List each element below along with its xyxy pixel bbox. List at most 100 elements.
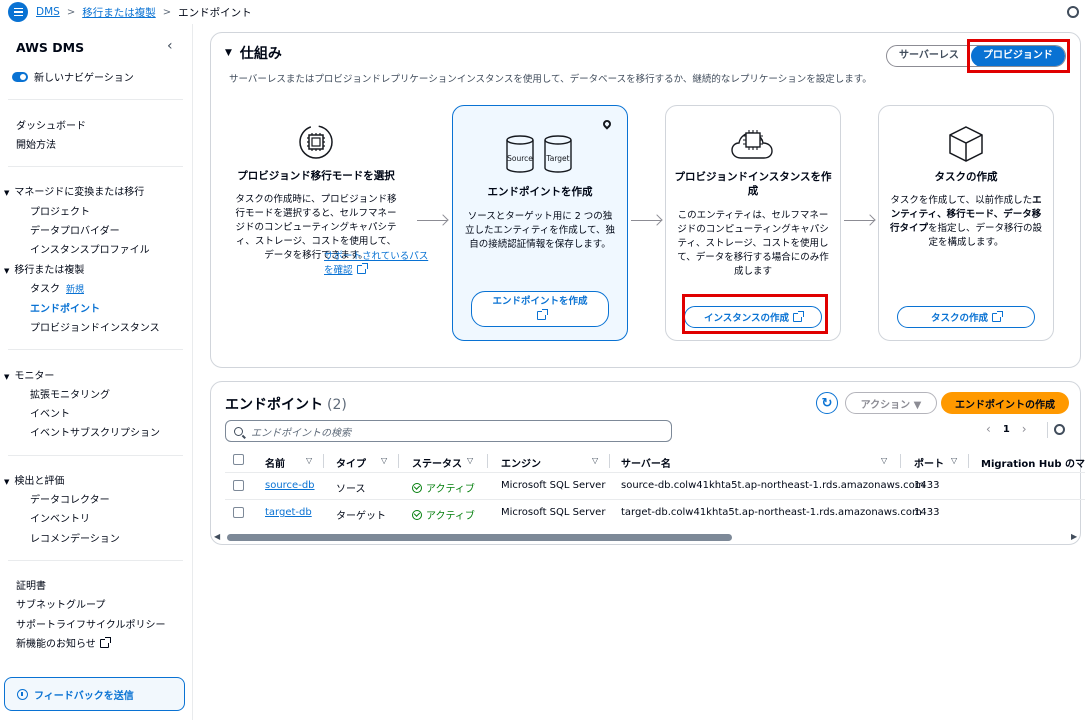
table-settings-icon[interactable] — [1054, 424, 1065, 435]
horizontal-scrollbar[interactable] — [227, 534, 732, 541]
breadcrumb-migrate[interactable]: 移行または複製 — [82, 5, 156, 20]
breadcrumb: DMS > 移行または複製 > エンドポイント — [36, 5, 252, 20]
info-icon — [17, 688, 28, 700]
external-link-icon — [992, 310, 1003, 322]
supported-paths-link[interactable]: サポートされているパスを確認 — [324, 250, 432, 278]
sort-icon[interactable]: ▽ — [951, 456, 957, 465]
new-nav-toggle[interactable] — [12, 71, 28, 82]
breadcrumb-current: エンドポイント — [178, 6, 252, 19]
col-engine[interactable]: エンジン — [501, 455, 541, 470]
sidebar-item-inventory[interactable]: インベントリ — [30, 510, 90, 525]
col-server[interactable]: サーバー名 — [621, 455, 671, 470]
endpoint-search-input[interactable]: エンドポイントの検索 — [225, 420, 672, 442]
cell-type: ターゲット — [336, 511, 386, 522]
divider — [1047, 422, 1048, 438]
scroll-left-icon[interactable]: ◀ — [214, 532, 220, 541]
mode-serverless[interactable]: サーバーレス — [887, 46, 971, 66]
caret-down-icon: ▼ — [4, 189, 10, 197]
sidebar-item-subnet-groups[interactable]: サブネットグループ — [16, 596, 105, 611]
row-divider — [225, 499, 1085, 500]
col-type[interactable]: タイプ — [336, 455, 366, 470]
sidebar-item-enhanced-monitoring[interactable]: 拡張モニタリング — [30, 386, 110, 401]
sidebar-item-tasks[interactable]: タスク 新規 — [30, 280, 84, 295]
endpoint-link-source-db[interactable]: source-db — [265, 480, 315, 491]
card-title: タスクの作成 — [934, 171, 998, 183]
status-badge: アクティブ — [412, 507, 475, 522]
sidebar-item-events[interactable]: イベント — [30, 405, 70, 420]
next-page-icon[interactable]: › — [1022, 422, 1027, 436]
sidebar-item-certificates[interactable]: 証明書 — [16, 577, 46, 592]
how-it-works-header[interactable]: ▼ 仕組み — [225, 43, 282, 63]
settings-icon[interactable] — [1067, 6, 1079, 18]
sidebar-item-instance-profiles[interactable]: インスタンスプロファイル — [30, 241, 150, 256]
sidebar-item-data-collectors[interactable]: データコレクター — [30, 491, 110, 506]
scroll-right-icon[interactable]: ▶ — [1071, 532, 1077, 541]
sidebar-item-whats-new[interactable]: 新機能のお知らせ — [16, 635, 111, 650]
check-circle-icon — [412, 509, 422, 520]
db-target-label: Target — [545, 154, 569, 163]
menu-icon[interactable] — [8, 2, 28, 22]
sidebar-item-provisioned-instances[interactable]: プロビジョンドインスタンス — [30, 319, 160, 334]
new-badge: 新規 — [66, 285, 85, 295]
sidebar-item-support-lifecycle[interactable]: サポートライフサイクルポリシー — [16, 616, 166, 631]
sidebar-section-monitor[interactable]: ▼ モニター — [4, 367, 54, 382]
sidebar-item-getting-started[interactable]: 開始方法 — [16, 136, 56, 151]
sidebar-section-migrate[interactable]: ▼ 移行または複製 — [4, 261, 84, 276]
col-name[interactable]: 名前 — [265, 455, 285, 470]
col-migration-hub[interactable]: Migration Hub のマッピ — [981, 455, 1085, 470]
row-checkbox[interactable] — [233, 480, 244, 491]
cell-type: ソース — [336, 484, 366, 495]
sort-icon[interactable]: ▽ — [467, 456, 473, 465]
current-page[interactable]: 1 — [1003, 424, 1010, 435]
status-badge: アクティブ — [412, 480, 475, 495]
col-divider — [487, 454, 488, 468]
row-checkbox[interactable] — [233, 507, 244, 518]
arrow-right-icon — [631, 220, 661, 221]
sidebar-item-dashboard[interactable]: ダッシュボード — [16, 117, 86, 132]
collapse-sidebar-icon[interactable]: ‹ — [167, 38, 173, 54]
card-text: ソースとターゲット用に 2 つの独立したエンティティを作成して、独自の接続認証情… — [464, 211, 616, 250]
col-divider — [968, 454, 969, 468]
create-endpoint-button[interactable]: エンドポイントの作成 — [941, 392, 1069, 414]
check-circle-icon — [412, 482, 422, 493]
endpoint-link-target-db[interactable]: target-db — [265, 507, 312, 518]
search-icon — [234, 426, 243, 436]
actions-dropdown[interactable]: アクション ▼ — [845, 392, 937, 414]
sidebar-item-data-providers[interactable]: データプロバイダー — [30, 222, 120, 237]
sidebar-section-managed[interactable]: ▼ マネージドに変換または移行 — [4, 183, 144, 198]
col-port[interactable]: ポート — [914, 455, 944, 470]
sidebar-item-endpoints[interactable]: エンドポイント — [30, 300, 100, 315]
highlight-box-create-instance — [682, 294, 828, 334]
sidebar-section-discover[interactable]: ▼ 検出と評価 — [4, 472, 64, 487]
refresh-icon[interactable]: ↻ — [816, 392, 838, 414]
cell-engine: Microsoft SQL Server — [501, 507, 606, 518]
endpoints-title: エンドポイント (2) — [225, 397, 347, 413]
col-divider — [323, 454, 324, 468]
col-status[interactable]: ステータス — [412, 455, 462, 470]
create-endpoint-card-button[interactable]: エンドポイントを作成 — [471, 291, 609, 327]
sort-icon[interactable]: ▽ — [592, 456, 598, 465]
sidebar-title: AWS DMS — [16, 40, 85, 55]
sort-icon[interactable]: ▽ — [881, 456, 887, 465]
sort-icon[interactable]: ▽ — [381, 456, 387, 465]
create-task-card-button[interactable]: タスクの作成 — [897, 306, 1035, 328]
cloud-chip-icon — [731, 130, 773, 159]
caret-down-icon: ▼ — [4, 267, 10, 275]
col-divider — [609, 454, 610, 468]
col-divider — [900, 454, 901, 468]
chevron-right-icon: > — [66, 6, 76, 18]
prev-page-icon[interactable]: ‹ — [986, 422, 991, 436]
sidebar-item-recommendations[interactable]: レコメンデーション — [30, 530, 120, 545]
breadcrumb-dms[interactable]: DMS — [36, 6, 60, 18]
sidebar-item-projects[interactable]: プロジェクト — [30, 203, 90, 218]
cell-server: source-db.colw41khta5t.ap-northeast-1.rd… — [621, 480, 925, 491]
new-nav-label: 新しいナビゲーション — [34, 73, 134, 84]
cube-icon — [949, 126, 983, 162]
card-title: プロビジョンドインスタンスを作成 — [674, 171, 832, 197]
database-icon: Source Target — [506, 135, 572, 173]
divider — [8, 166, 183, 167]
feedback-button[interactable]: フィードバックを送信 — [4, 677, 185, 711]
sidebar-item-event-subscriptions[interactable]: イベントサブスクリプション — [30, 424, 160, 439]
select-all-checkbox[interactable] — [233, 454, 244, 465]
sort-icon[interactable]: ▽ — [306, 456, 312, 465]
